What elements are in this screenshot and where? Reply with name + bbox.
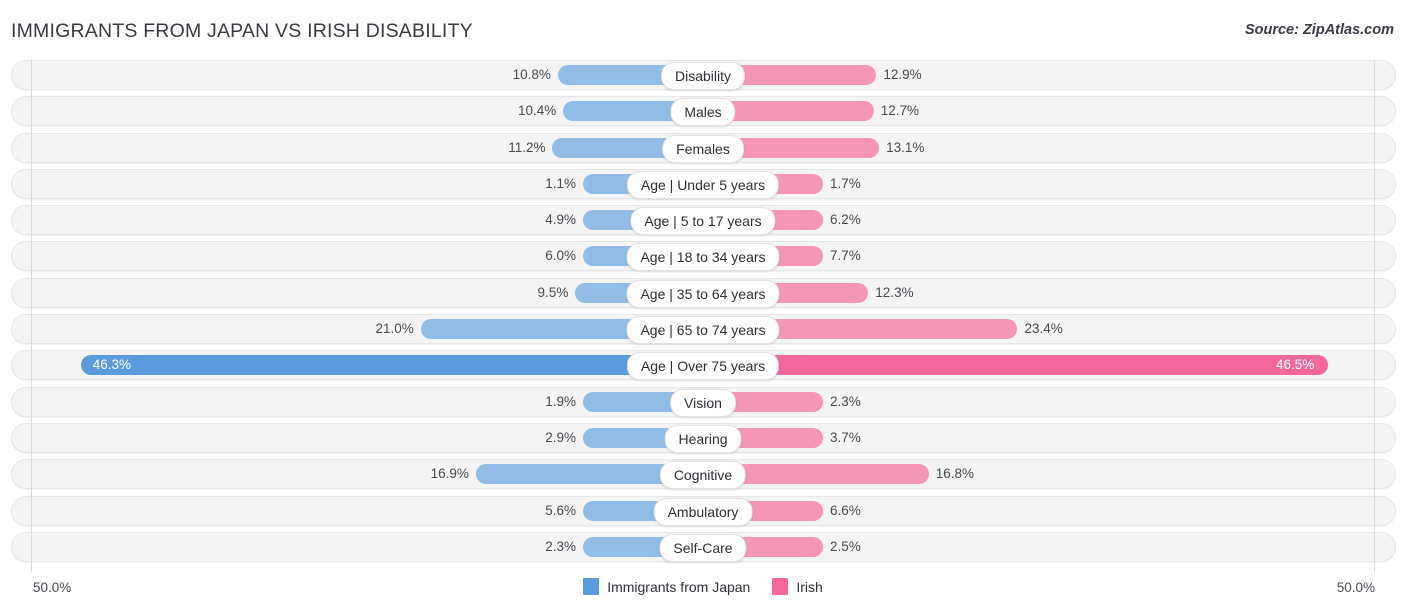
value-label-right: 46.5% — [1275, 357, 1315, 373]
value-label-right: 2.5% — [830, 538, 861, 554]
legend-item[interactable]: Immigrants from Japan — [583, 578, 750, 595]
legend-swatch-icon — [583, 578, 600, 595]
legend-label: Irish — [796, 578, 823, 595]
value-label-left: 2.9% — [545, 429, 576, 445]
chart-row: 5.6% 6.6% Ambulatory — [0, 495, 1406, 526]
value-label-right: 7.7% — [830, 248, 861, 264]
value-label-right: 12.9% — [883, 67, 922, 82]
value-label-right: 1.7% — [830, 175, 861, 191]
chart-row: 2.9% 3.7% Hearing — [0, 422, 1406, 453]
value-label-right: 12.3% — [875, 284, 914, 300]
category-label: Vision — [670, 388, 736, 417]
category-label: Cognitive — [659, 461, 747, 490]
chart-row: 9.5% 12.3% Age | 35 to 64 years — [0, 277, 1406, 308]
chart-row: 11.2% 13.1% Females — [0, 132, 1406, 163]
legend-item[interactable]: Irish — [772, 578, 823, 595]
value-label-left: 1.9% — [545, 393, 576, 409]
chart-footer: 50.0% 50.0% Immigrants from Japan Irish — [0, 572, 1406, 612]
chart-plot-area: 10.8% 12.9% Disability 10.4% 12.7% Males 11.2%… — [0, 60, 1406, 572]
chart-row: 2.3% 2.5% Self-Care — [0, 531, 1406, 562]
category-label: Age | Over 75 years — [626, 352, 780, 381]
chart-legend: Immigrants from Japan Irish — [0, 578, 1406, 595]
value-label-right: 23.4% — [1024, 321, 1063, 337]
category-label: Age | 5 to 17 years — [630, 207, 776, 236]
value-label-left: 9.5% — [537, 284, 569, 300]
category-label: Self-Care — [659, 533, 747, 562]
chart-row: 21.0% 23.4% Age | 65 to 74 years — [0, 314, 1406, 345]
gridline-right — [1374, 60, 1375, 572]
value-label-left: 2.3% — [545, 538, 576, 554]
category-label: Females — [662, 134, 744, 163]
chart-row: 6.0% 7.7% Age | 18 to 34 years — [0, 241, 1406, 272]
chart-row: 10.4% 12.7% Males — [0, 96, 1406, 127]
value-label-right: 12.7% — [880, 103, 919, 119]
chart-row: 16.9% 16.8% Cognitive — [0, 459, 1406, 490]
value-label-right: 3.7% — [830, 429, 861, 445]
category-label: Males — [670, 98, 736, 127]
page-title: IMMIGRANTS FROM JAPAN VS IRISH DISABILIT… — [11, 20, 473, 42]
bar-irish — [703, 355, 1328, 376]
value-label-right: 6.6% — [830, 502, 861, 518]
value-label-left: 11.2% — [508, 139, 546, 155]
chart-row: 4.9% 6.2% Age | 5 to 17 years — [0, 205, 1406, 236]
source-attribution: Source: ZipAtlas.com — [1244, 22, 1394, 38]
value-label-left: 4.9% — [545, 212, 576, 228]
category-label: Ambulatory — [653, 497, 753, 526]
chart-row: 46.3% 46.5% Age | Over 75 years — [0, 350, 1406, 381]
category-label: Hearing — [664, 424, 742, 453]
value-label-left: 10.4% — [517, 103, 557, 119]
chart-rows: 10.8% 12.9% Disability 10.4% 12.7% Males 11.2%… — [0, 60, 1406, 568]
legend-swatch-icon — [772, 578, 789, 595]
value-label-left: 5.6% — [545, 502, 576, 518]
chart-header: IMMIGRANTS FROM JAPAN VS IRISH DISABILIT… — [0, 0, 1406, 56]
legend-label: Immigrants from Japan — [607, 578, 751, 595]
chart-row: 1.9% 2.3% Vision — [0, 386, 1406, 417]
category-label: Age | 65 to 74 years — [626, 316, 780, 345]
value-label-left: 6.0% — [545, 248, 576, 264]
value-label-right: 2.3% — [830, 393, 861, 409]
value-label-right: 6.2% — [830, 212, 861, 228]
gridline-left — [31, 60, 32, 572]
value-label-left: 21.0% — [375, 321, 414, 337]
category-label: Disability — [660, 62, 746, 90]
value-label-left: 46.3% — [92, 357, 131, 373]
value-label-right: 13.1% — [886, 139, 925, 155]
value-label-left: 10.8% — [512, 67, 551, 82]
value-label-left: 16.9% — [430, 466, 469, 482]
category-label: Age | 35 to 64 years — [626, 279, 780, 308]
value-label-left: 1.1% — [545, 175, 576, 191]
category-label: Age | Under 5 years — [626, 170, 780, 199]
category-label: Age | 18 to 34 years — [626, 243, 780, 272]
value-label-right: 16.8% — [935, 466, 975, 482]
chart-row: 10.8% 12.9% Disability — [0, 60, 1406, 90]
chart-row: 1.1% 1.7% Age | Under 5 years — [0, 168, 1406, 199]
bar-immigrants-from-japan — [80, 355, 703, 376]
